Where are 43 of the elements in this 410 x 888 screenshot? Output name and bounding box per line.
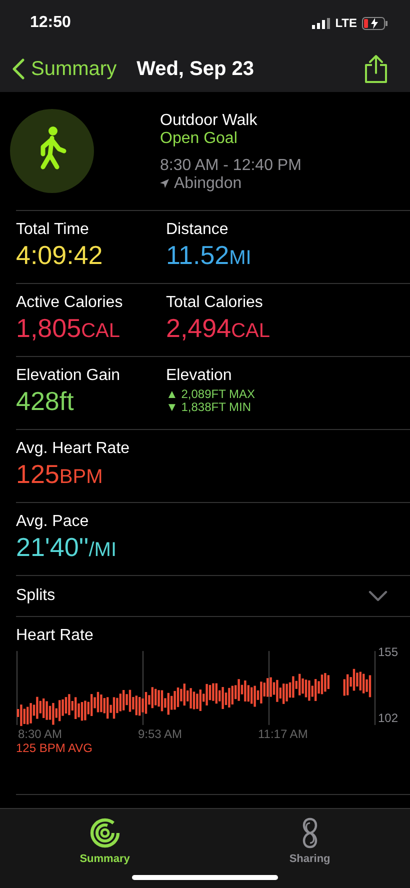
share-icon[interactable] [364, 54, 388, 84]
workout-name: Outdoor Walk [160, 112, 258, 130]
chevron-icon [368, 590, 388, 602]
splits-row[interactable]: Splits [16, 576, 410, 617]
metric-label: Total Time [16, 221, 90, 239]
metric-label: Avg. Pace [16, 513, 90, 531]
metric-value: 2,494CAL [166, 312, 271, 345]
metric-label: Avg. Heart Rate [16, 440, 131, 458]
workout-location: Abingdon [174, 174, 242, 192]
workout-time-range: 8:30 AM - 12:40 PM [160, 156, 302, 174]
walking-figure-icon [10, 109, 94, 193]
metric-value: 4:09:42 [16, 239, 104, 271]
metric-value: 1,805CAL [16, 312, 121, 345]
y-axis-label: 102 [378, 711, 398, 725]
metric-label: Active Calories [16, 294, 124, 312]
metric-value: 11.52MI [166, 239, 252, 272]
average-label: 125 BPM AVG [16, 741, 94, 755]
metric-value: 21'40''/MI [16, 531, 118, 564]
status-time: 12:50 [30, 14, 71, 32]
battery-icon [362, 16, 388, 30]
chart-title: Heart Rate [16, 627, 94, 645]
metric-label: Total Calories [166, 294, 264, 312]
workout-goal: Open Goal [160, 130, 238, 148]
nav-title: Wed, Sep 23 [136, 58, 256, 80]
x-axis-label: 8:30 AM [17, 727, 64, 741]
tab[interactable]: Sharing [283, 817, 336, 871]
metric-label: Elevation Gain [16, 367, 122, 385]
metric-label: Elevation [166, 367, 233, 385]
x-axis-label: 11:17 AM [257, 727, 309, 741]
chevron-left-icon [12, 58, 25, 80]
network-label: LTE [335, 16, 357, 30]
metric-value: 125BPM [16, 458, 104, 491]
metric-label: Distance [166, 221, 230, 239]
signal-icon [312, 18, 330, 28]
back-button[interactable]: Summary [12, 58, 117, 80]
elevation-max: ▲ 2,089FT MAX [166, 388, 256, 401]
elevation-min: ▼ 1,838FT MIN [166, 401, 252, 414]
tab[interactable]: Summary [74, 817, 136, 871]
y-axis-label: 155 [378, 645, 398, 659]
rings-icon [88, 817, 121, 849]
location-arrow-icon [160, 179, 169, 188]
metric-value: 428ft [16, 385, 75, 417]
x-axis-label: 9:53 AM [137, 727, 184, 741]
